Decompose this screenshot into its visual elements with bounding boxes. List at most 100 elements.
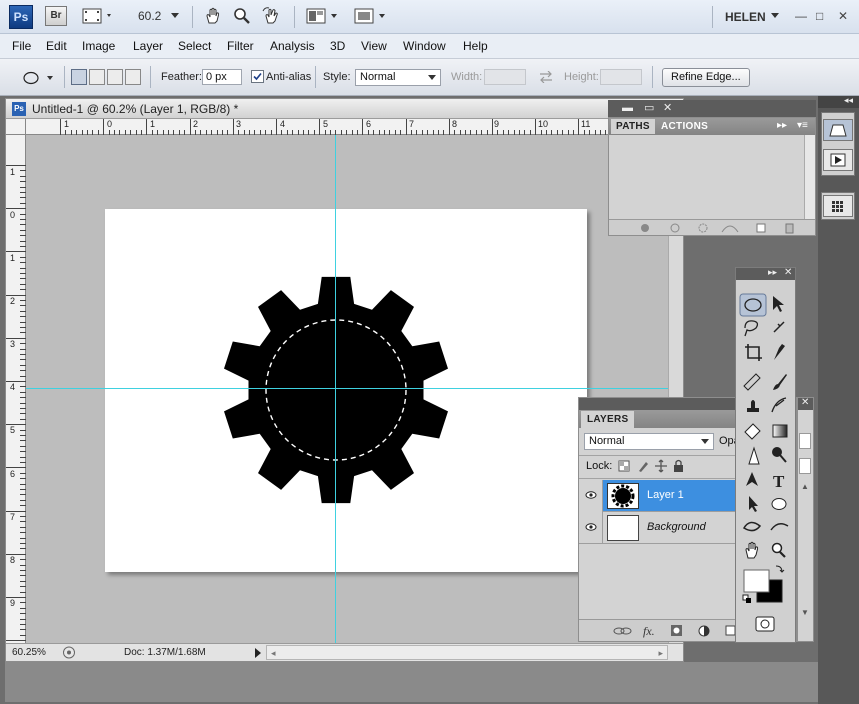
- eye-icon: [585, 523, 597, 531]
- status-zoom[interactable]: 60.25%: [12, 647, 46, 658]
- menu-window[interactable]: Window: [403, 39, 446, 53]
- menu-file[interactable]: File: [12, 39, 31, 53]
- menu-filter[interactable]: Filter: [227, 39, 254, 53]
- foreground-color-swatch: [743, 569, 770, 593]
- layers-close-icon[interactable]: ✕: [801, 397, 809, 408]
- type-tool-icon: T: [773, 472, 785, 491]
- ruler-v-label: 1: [10, 253, 16, 263]
- visibility-toggle[interactable]: [579, 512, 603, 544]
- menu-image[interactable]: Image: [82, 39, 115, 53]
- tools-titlebar[interactable]: ▸▸ ✕: [736, 267, 795, 280]
- horizontal-scrollbar[interactable]: ◂ ▸: [266, 645, 668, 660]
- minimize-button[interactable]: —: [795, 9, 807, 23]
- zoom-dropdown-icon[interactable]: [171, 13, 179, 19]
- user-dropdown-icon[interactable]: [771, 13, 779, 19]
- tab-paths[interactable]: PATHS: [611, 119, 655, 134]
- menu-layer[interactable]: Layer: [133, 39, 163, 53]
- vertical-ruler[interactable]: 1 0 1 2 3 4 5 6 7 8 9: [6, 135, 26, 643]
- lock-position-icon: [655, 459, 667, 473]
- menu-view[interactable]: View: [361, 39, 387, 53]
- horizontal-guide[interactable]: [26, 388, 683, 389]
- paths-panel-tabs: PATHS ACTIONS ▸▸ ▾≡: [609, 118, 815, 135]
- vertical-guide[interactable]: [335, 135, 336, 643]
- hand-tool-icon: [745, 541, 759, 559]
- dock-swatches-button[interactable]: [823, 195, 853, 217]
- paths-panel-menu-icon[interactable]: ▾≡: [797, 120, 808, 131]
- layers-close-strip[interactable]: ✕: [798, 397, 813, 410]
- tab-actions[interactable]: ACTIONS: [661, 121, 708, 132]
- close-button[interactable]: ✕: [838, 9, 848, 23]
- brush-tool-icon: [773, 374, 787, 390]
- antialias-checkbox[interactable]: [251, 70, 264, 83]
- menu-edit[interactable]: Edit: [46, 39, 67, 53]
- new-selection-button[interactable]: [71, 69, 87, 85]
- dock-actions-button[interactable]: [823, 149, 853, 171]
- filmstrip-icon[interactable]: [82, 7, 114, 25]
- screen-mode-icon[interactable]: [354, 7, 390, 25]
- options-divider: [652, 66, 653, 88]
- layers-scrollbar[interactable]: ✕ ▲ ▼: [797, 397, 814, 642]
- tools-collapse-icon[interactable]: ▸▸: [768, 267, 777, 278]
- width-input[interactable]: [484, 69, 526, 85]
- layer-1-name[interactable]: Layer 1: [647, 489, 684, 501]
- bridge-button[interactable]: Br: [45, 6, 67, 26]
- dock-expand-icon[interactable]: ◂◂: [844, 95, 853, 106]
- swap-dimensions-icon[interactable]: [539, 71, 553, 83]
- shape-tool-icon: [771, 498, 787, 510]
- blend-mode-select[interactable]: Normal: [584, 433, 714, 450]
- refine-edge-button[interactable]: Refine Edge...: [662, 68, 750, 87]
- pen-tool-icon: [746, 472, 758, 486]
- tools-close-icon[interactable]: ✕: [784, 267, 792, 278]
- subtract-from-selection-button[interactable]: [107, 69, 123, 85]
- options-divider: [315, 66, 316, 88]
- background-layer-name[interactable]: Background: [647, 521, 706, 533]
- menu-help[interactable]: Help: [463, 39, 488, 53]
- lock-label: Lock:: [586, 460, 613, 472]
- scroll-right-icon[interactable]: ▸: [658, 648, 663, 659]
- scroll-left-icon[interactable]: ◂: [271, 648, 276, 659]
- paths-scrollbar[interactable]: [804, 135, 815, 219]
- add-to-selection-button[interactable]: [89, 69, 105, 85]
- arrange-documents-icon[interactable]: [306, 7, 342, 25]
- ruler-v-label: 4: [10, 382, 16, 392]
- menu-analysis[interactable]: Analysis: [270, 39, 315, 53]
- options-divider: [64, 66, 65, 88]
- menu-select[interactable]: Select: [178, 39, 211, 53]
- intersect-selection-button[interactable]: [125, 69, 141, 85]
- dock-titlebar[interactable]: ◂◂: [818, 95, 859, 108]
- status-doc-size: Doc: 1.37M/1.68M: [124, 647, 206, 658]
- height-input[interactable]: [600, 69, 642, 85]
- horizontal-ruler[interactable]: 1 0 1 2 3 4 5 6 7 8 9 10 11: [26, 119, 683, 135]
- style-select[interactable]: Normal: [355, 69, 441, 86]
- zoom-tool-icon[interactable]: [233, 7, 251, 25]
- visibility-toggle[interactable]: [579, 480, 603, 512]
- menu-3d[interactable]: 3D: [330, 39, 345, 53]
- fill-stepper[interactable]: [799, 458, 811, 474]
- paths-panel-titlebar[interactable]: ▬ ▭ ✕: [608, 100, 816, 117]
- paths-panel-close-icon[interactable]: ✕: [663, 101, 672, 114]
- status-info-icon[interactable]: [62, 646, 76, 659]
- paths-panel-expand-icon[interactable]: ▭: [644, 101, 654, 114]
- tab-layers[interactable]: LAYERS: [581, 411, 635, 428]
- feather-input[interactable]: 0 px: [202, 69, 242, 85]
- paths-panel-minimize-icon[interactable]: ▬: [622, 102, 633, 114]
- tools-panel: ▸▸ ✕ T: [735, 267, 796, 643]
- ruler-h-label: 7: [409, 119, 415, 129]
- scroll-down-icon[interactable]: ▼: [801, 608, 809, 617]
- zoom-level-field[interactable]: 60.2: [138, 9, 161, 23]
- status-menu-arrow-icon[interactable]: [254, 648, 262, 658]
- paths-collapse-icon[interactable]: ▸▸: [777, 120, 787, 131]
- hand-tool-icon[interactable]: [204, 7, 222, 25]
- layer-1-thumbnail: [607, 483, 639, 509]
- opacity-stepper[interactable]: [799, 433, 811, 449]
- scroll-up-icon[interactable]: ▲: [801, 482, 809, 491]
- rotate-view-icon[interactable]: [262, 7, 282, 25]
- ruler-h-label: 5: [323, 119, 329, 129]
- ruler-origin[interactable]: [6, 119, 26, 135]
- 3d-rotate-tool-icon: [742, 521, 762, 532]
- dock-paths-button[interactable]: [823, 119, 853, 141]
- document-tab[interactable]: Ps Untitled-1 @ 60.2% (Layer 1, RGB/8) *: [6, 99, 683, 119]
- document-canvas[interactable]: [105, 209, 587, 572]
- maximize-button[interactable]: □: [816, 9, 823, 23]
- elliptical-marquee-preset-icon[interactable]: [22, 70, 56, 86]
